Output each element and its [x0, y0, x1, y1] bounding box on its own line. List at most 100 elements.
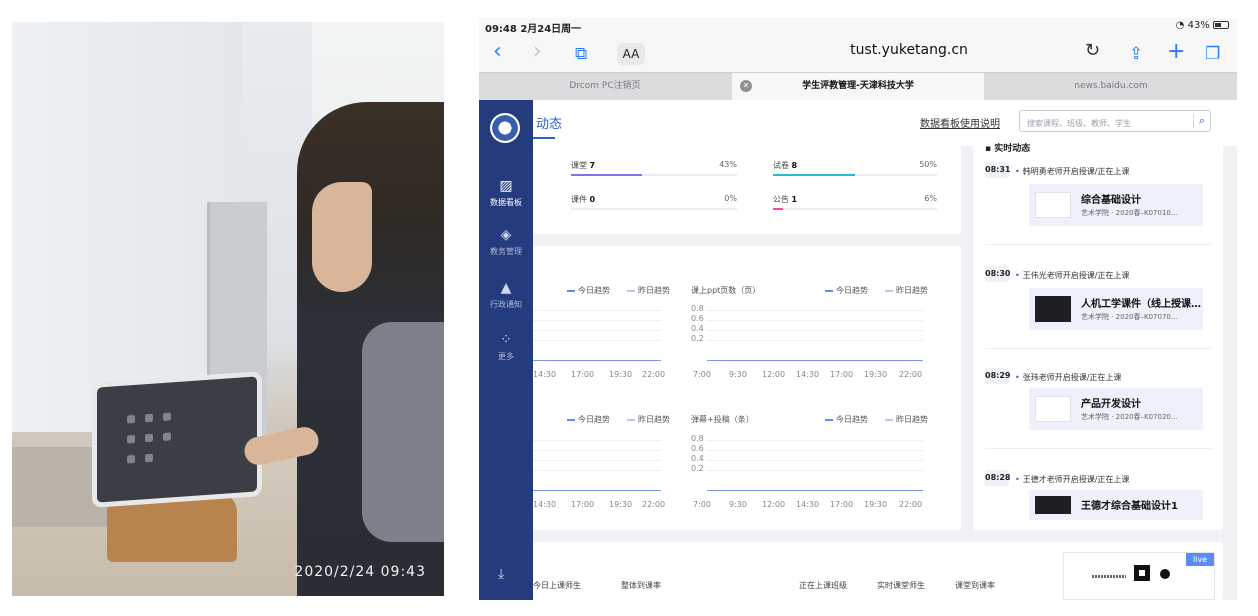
address-bar[interactable]: tust.yuketang.cn [719, 42, 1099, 58]
tab-pingjiao[interactable]: ✕ 学生评教管理-天津科技大学 [732, 73, 984, 100]
grid-line [707, 470, 923, 471]
x-tick: 22:00 [899, 500, 923, 509]
back-icon[interactable]: ‹ [493, 40, 502, 64]
photo-scarf [362, 322, 444, 542]
share-icon[interactable]: ⇪ [1129, 42, 1143, 66]
realtime-time: 08:28 [985, 470, 1010, 486]
grid-line [707, 450, 923, 451]
course-name: 王德才综合基础设计1 [1081, 501, 1178, 512]
search-icon[interactable]: ⌕ [1192, 114, 1205, 128]
legend-today: 今日趋势 [825, 414, 868, 425]
realtime-course-card[interactable]: 产品开发设计 艺术学院 · 2020春–K07020… [1029, 388, 1203, 430]
sidebar-item-notices[interactable]: ▲ 行政通知 [479, 280, 533, 310]
search-input[interactable] [1020, 113, 1180, 134]
photo-panel: 2020/2/24 09:43 [12, 22, 444, 596]
tabs-icon[interactable]: ❐ [1205, 42, 1220, 66]
y-tick: 0.4 [691, 324, 704, 333]
live-preview-square [1134, 565, 1150, 581]
sidebar-item-label: 更多 [498, 352, 514, 361]
university-logo[interactable] [490, 113, 520, 143]
close-tab-icon[interactable]: ✕ [740, 80, 752, 92]
course-thumbnail [1035, 496, 1071, 514]
course-thumbnail [1035, 396, 1071, 422]
stat-courseware-label: 课件 0 [571, 195, 596, 204]
grid-line [707, 330, 923, 331]
stat-classes-bar [571, 174, 737, 176]
status-time: 09:48 2月24日周一 [485, 24, 582, 35]
legend-yesterday: 昨日趋势 [885, 285, 928, 296]
y-tick: 0.8 [691, 434, 704, 443]
layers-icon: ◈ [500, 227, 512, 243]
guide-link[interactable]: 数据看板使用说明 [920, 115, 1000, 130]
forward-icon[interactable]: › [533, 40, 542, 64]
x-tick: 7:00 [693, 500, 711, 509]
realtime-course-card[interactable]: 人机工学课件（线上授课… 艺术学院 · 2020春–K07070… [1029, 288, 1203, 330]
x-tick: 19:30 [864, 500, 888, 509]
legend-yesterday: 昨日趋势 [627, 414, 670, 425]
reader-button[interactable]: AA [617, 43, 645, 65]
stat-exams-pct: 50% [919, 160, 937, 169]
reload-icon[interactable]: ↻ [1085, 40, 1100, 61]
realtime-course-card[interactable]: 王德才综合基础设计1 [1029, 490, 1203, 520]
chart-icon: ▨ [499, 178, 513, 194]
photo-face [312, 182, 372, 292]
legend-today: 今日趋势 [567, 285, 610, 296]
tab-label: news.baidu.com [1074, 81, 1148, 91]
series-line-today [533, 360, 661, 361]
legend-today-swatch [825, 289, 833, 292]
y-tick: 0.2 [691, 464, 704, 473]
tab-drcom[interactable]: Drcom PC注销页 [479, 73, 731, 100]
stat-classes-pct: 43% [719, 160, 737, 169]
summary-label: 今日上课师生 [533, 581, 581, 590]
summary-label: 实时课堂师生 [877, 581, 925, 590]
grid-line [533, 460, 661, 461]
page-title[interactable]: 动态 [532, 113, 562, 139]
live-preview[interactable]: live [1063, 552, 1215, 600]
wifi-icon: ◔ [1175, 20, 1185, 31]
x-tick: 17:00 [571, 500, 595, 509]
x-tick: 22:00 [642, 500, 666, 509]
photo-tablet [92, 371, 262, 508]
tab-bar: Drcom PC注销页 ✕ 学生评教管理-天津科技大学 news.baidu.c… [479, 72, 1237, 100]
bar-fill [773, 208, 783, 210]
legend-yesterday-swatch [627, 289, 635, 292]
realtime-title: ▪ 实时动态 [985, 144, 1031, 154]
divider [985, 244, 1211, 245]
course-meta: 艺术学院 · 2020春–K07020… [1081, 413, 1178, 421]
ipad-screen: 09:48 2月24日周一 ◔ 43% ‹ › ⧉ tust.yuketang.… [479, 18, 1237, 600]
x-tick: 22:00 [642, 370, 666, 379]
tab-baidu[interactable]: news.baidu.com [985, 73, 1237, 100]
grid-line [533, 440, 661, 441]
sidebar-item-dashboard[interactable]: ▨ 数据看板 [479, 178, 533, 208]
series-line-today [707, 490, 923, 491]
legend-yesterday-swatch [627, 418, 635, 421]
x-tick: 12:00 [762, 370, 786, 379]
bell-icon: ▲ [500, 280, 512, 296]
y-tick: 0.8 [691, 304, 704, 313]
sidebar-item-more[interactable]: ⁘ 更多 [479, 332, 533, 362]
live-preview-text [1092, 575, 1126, 578]
y-tick: 0.6 [691, 314, 704, 323]
legend-today-swatch [567, 289, 575, 292]
sidebar-item-label: 教务管理 [490, 247, 522, 256]
legend-today: 今日趋势 [567, 414, 610, 425]
legend-today-swatch [825, 418, 833, 421]
course-thumbnail [1035, 192, 1071, 218]
legend-today: 今日趋势 [825, 285, 868, 296]
grid-icon: ⁘ [500, 332, 512, 348]
x-tick: 19:30 [609, 500, 633, 509]
sidebar-item-academic[interactable]: ◈ 教务管理 [479, 227, 533, 257]
grid-line [707, 310, 923, 311]
course-meta: 艺术学院 · 2020春–K07010… [1081, 209, 1178, 217]
screen: 2020/2/24 09:43 09:48 2月24日周一 ◔ 43% ‹ › … [0, 0, 1258, 616]
stat-notices-pct: 6% [924, 194, 937, 203]
stat-notices-label: 公告 1 [773, 195, 798, 204]
realtime-card: ▪ 实时动态 08:31 韩明勇老师开启授课/正在上课 综合基础设计 艺术学院 … [973, 136, 1223, 530]
bookmarks-icon[interactable]: ⧉ [575, 42, 587, 66]
download-icon[interactable]: ⤓ [498, 566, 504, 582]
grid-line [707, 440, 923, 441]
realtime-course-card[interactable]: 综合基础设计 艺术学院 · 2020春–K07010… [1029, 184, 1203, 226]
tab-label: 学生评教管理-天津科技大学 [802, 81, 914, 91]
new-tab-icon[interactable]: + [1167, 40, 1185, 64]
stat-classes-label: 课堂 7 [571, 161, 596, 170]
